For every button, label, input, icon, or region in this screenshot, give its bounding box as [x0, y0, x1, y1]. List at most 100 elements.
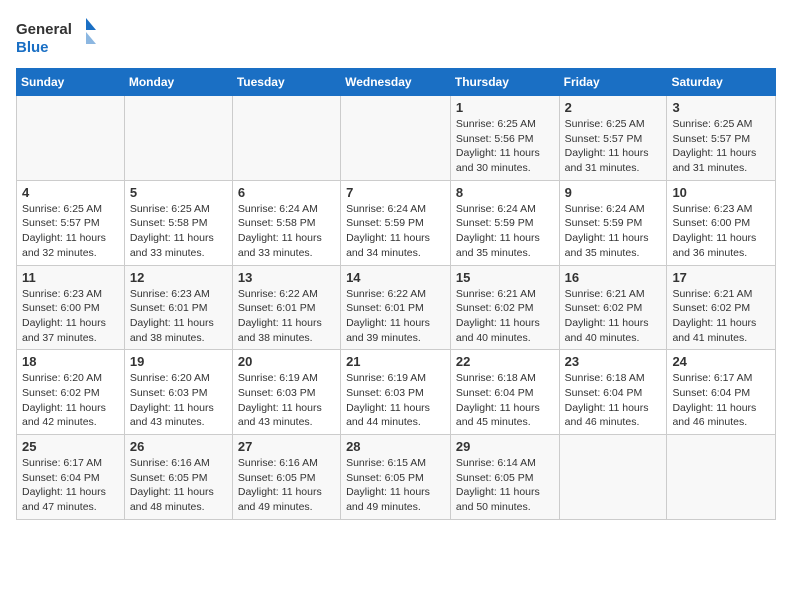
day-cell [559, 435, 667, 520]
day-cell [232, 96, 340, 181]
day-cell: 25 Sunrise: 6:17 AM Sunset: 6:04 PM Dayli… [17, 435, 125, 520]
day-number: 17 [672, 270, 770, 285]
day-cell: 6Sunrise: 6:24 AM Sunset: 5:58 PM Daylig… [232, 180, 340, 265]
week-row-3: 11 Sunrise: 6:23 AM Sunset: 6:00 PM Dayli… [17, 265, 776, 350]
day-cell: 13Sunrise: 6:22 AM Sunset: 6:01 PM Dayli… [232, 265, 340, 350]
day-cell [667, 435, 776, 520]
day-cell [124, 96, 232, 181]
day-cell: 4 Sunrise: 6:25 AM Sunset: 5:57 PM Daylig… [17, 180, 125, 265]
day-cell: 20Sunrise: 6:19 AM Sunset: 6:03 PM Dayli… [232, 350, 340, 435]
day-cell: 8Sunrise: 6:24 AM Sunset: 5:59 PM Daylig… [450, 180, 559, 265]
day-number: 6 [238, 185, 335, 200]
day-cell: 3 Sunrise: 6:25 AM Sunset: 5:57 PM Daylig… [667, 96, 776, 181]
day-cell [17, 96, 125, 181]
week-row-4: 18 Sunrise: 6:20 AM Sunset: 6:02 PM Dayli… [17, 350, 776, 435]
svg-text:Blue: Blue [16, 39, 49, 56]
header-sunday: Sunday [17, 69, 125, 96]
day-info: Sunrise: 6:18 AM Sunset: 6:04 PM Dayligh… [565, 371, 662, 430]
day-cell: 21 Sunrise: 6:19 AM Sunset: 6:03 PM Dayli… [341, 350, 451, 435]
day-number: 10 [672, 185, 770, 200]
day-number: 2 [565, 100, 662, 115]
day-info: Sunrise: 6:25 AM Sunset: 5:57 PM Dayligh… [22, 202, 119, 261]
week-row-1: 1 Sunrise: 6:25 AM Sunset: 5:56 PM Daylig… [17, 96, 776, 181]
day-cell: 24 Sunrise: 6:17 AM Sunset: 6:04 PM Dayli… [667, 350, 776, 435]
day-cell: 28 Sunrise: 6:15 AM Sunset: 6:05 PM Dayli… [341, 435, 451, 520]
day-cell: 10 Sunrise: 6:23 AM Sunset: 6:00 PM Dayli… [667, 180, 776, 265]
day-cell: 11 Sunrise: 6:23 AM Sunset: 6:00 PM Dayli… [17, 265, 125, 350]
day-info: Sunrise: 6:14 AM Sunset: 6:05 PM Dayligh… [456, 456, 554, 515]
day-number: 25 [22, 439, 119, 454]
logo-svg: General Blue [16, 16, 96, 60]
day-cell: 29 Sunrise: 6:14 AM Sunset: 6:05 PM Dayli… [450, 435, 559, 520]
day-cell: 16Sunrise: 6:21 AM Sunset: 6:02 PM Dayli… [559, 265, 667, 350]
day-number: 13 [238, 270, 335, 285]
day-number: 28 [346, 439, 445, 454]
day-number: 24 [672, 354, 770, 369]
day-info: Sunrise: 6:23 AM Sunset: 6:00 PM Dayligh… [22, 287, 119, 346]
header-friday: Friday [559, 69, 667, 96]
day-cell: 15 Sunrise: 6:21 AM Sunset: 6:02 PM Dayli… [450, 265, 559, 350]
svg-text:General: General [16, 21, 72, 38]
header-saturday: Saturday [667, 69, 776, 96]
day-info: Sunrise: 6:19 AM Sunset: 6:03 PM Dayligh… [346, 371, 445, 430]
day-number: 29 [456, 439, 554, 454]
day-cell: 18 Sunrise: 6:20 AM Sunset: 6:02 PM Dayli… [17, 350, 125, 435]
day-info: Sunrise: 6:16 AM Sunset: 6:05 PM Dayligh… [238, 456, 335, 515]
day-number: 21 [346, 354, 445, 369]
day-info: Sunrise: 6:17 AM Sunset: 6:04 PM Dayligh… [672, 371, 770, 430]
day-cell: 2 Sunrise: 6:25 AM Sunset: 5:57 PM Daylig… [559, 96, 667, 181]
day-cell: 1 Sunrise: 6:25 AM Sunset: 5:56 PM Daylig… [450, 96, 559, 181]
day-number: 3 [672, 100, 770, 115]
day-cell: 26 Sunrise: 6:16 AM Sunset: 6:05 PM Dayli… [124, 435, 232, 520]
day-number: 20 [238, 354, 335, 369]
day-cell: 19 Sunrise: 6:20 AM Sunset: 6:03 PM Dayli… [124, 350, 232, 435]
header-tuesday: Tuesday [232, 69, 340, 96]
day-cell: 12Sunrise: 6:23 AM Sunset: 6:01 PM Dayli… [124, 265, 232, 350]
day-info: Sunrise: 6:25 AM Sunset: 5:57 PM Dayligh… [672, 117, 770, 176]
day-number: 18 [22, 354, 119, 369]
day-cell: 9Sunrise: 6:24 AM Sunset: 5:59 PM Daylig… [559, 180, 667, 265]
day-cell: 7 Sunrise: 6:24 AM Sunset: 5:59 PM Daylig… [341, 180, 451, 265]
day-info: Sunrise: 6:21 AM Sunset: 6:02 PM Dayligh… [456, 287, 554, 346]
day-info: Sunrise: 6:25 AM Sunset: 5:58 PM Dayligh… [130, 202, 227, 261]
day-number: 1 [456, 100, 554, 115]
day-cell: 5 Sunrise: 6:25 AM Sunset: 5:58 PM Daylig… [124, 180, 232, 265]
day-number: 26 [130, 439, 227, 454]
day-info: Sunrise: 6:23 AM Sunset: 6:00 PM Dayligh… [672, 202, 770, 261]
day-number: 8 [456, 185, 554, 200]
day-number: 11 [22, 270, 119, 285]
day-cell: 27Sunrise: 6:16 AM Sunset: 6:05 PM Dayli… [232, 435, 340, 520]
day-cell: 22 Sunrise: 6:18 AM Sunset: 6:04 PM Dayli… [450, 350, 559, 435]
day-cell: 17Sunrise: 6:21 AM Sunset: 6:02 PM Dayli… [667, 265, 776, 350]
day-number: 5 [130, 185, 227, 200]
calendar-table: SundayMondayTuesdayWednesdayThursdayFrid… [16, 68, 776, 520]
day-number: 14 [346, 270, 445, 285]
day-number: 15 [456, 270, 554, 285]
day-info: Sunrise: 6:17 AM Sunset: 6:04 PM Dayligh… [22, 456, 119, 515]
week-row-2: 4 Sunrise: 6:25 AM Sunset: 5:57 PM Daylig… [17, 180, 776, 265]
day-info: Sunrise: 6:20 AM Sunset: 6:02 PM Dayligh… [22, 371, 119, 430]
day-number: 22 [456, 354, 554, 369]
day-info: Sunrise: 6:15 AM Sunset: 6:05 PM Dayligh… [346, 456, 445, 515]
calendar-header-row: SundayMondayTuesdayWednesdayThursdayFrid… [17, 69, 776, 96]
day-info: Sunrise: 6:21 AM Sunset: 6:02 PM Dayligh… [565, 287, 662, 346]
week-row-5: 25 Sunrise: 6:17 AM Sunset: 6:04 PM Dayli… [17, 435, 776, 520]
day-number: 19 [130, 354, 227, 369]
day-info: Sunrise: 6:25 AM Sunset: 5:56 PM Dayligh… [456, 117, 554, 176]
day-cell: 14 Sunrise: 6:22 AM Sunset: 6:01 PM Dayli… [341, 265, 451, 350]
day-number: 4 [22, 185, 119, 200]
day-info: Sunrise: 6:24 AM Sunset: 5:59 PM Dayligh… [346, 202, 445, 261]
day-cell: 23Sunrise: 6:18 AM Sunset: 6:04 PM Dayli… [559, 350, 667, 435]
day-info: Sunrise: 6:23 AM Sunset: 6:01 PM Dayligh… [130, 287, 227, 346]
header-monday: Monday [124, 69, 232, 96]
page-header: General Blue [16, 16, 776, 60]
day-info: Sunrise: 6:18 AM Sunset: 6:04 PM Dayligh… [456, 371, 554, 430]
header-wednesday: Wednesday [341, 69, 451, 96]
day-info: Sunrise: 6:16 AM Sunset: 6:05 PM Dayligh… [130, 456, 227, 515]
day-info: Sunrise: 6:20 AM Sunset: 6:03 PM Dayligh… [130, 371, 227, 430]
day-info: Sunrise: 6:22 AM Sunset: 6:01 PM Dayligh… [346, 287, 445, 346]
logo: General Blue [16, 16, 96, 60]
day-number: 7 [346, 185, 445, 200]
day-info: Sunrise: 6:25 AM Sunset: 5:57 PM Dayligh… [565, 117, 662, 176]
header-thursday: Thursday [450, 69, 559, 96]
